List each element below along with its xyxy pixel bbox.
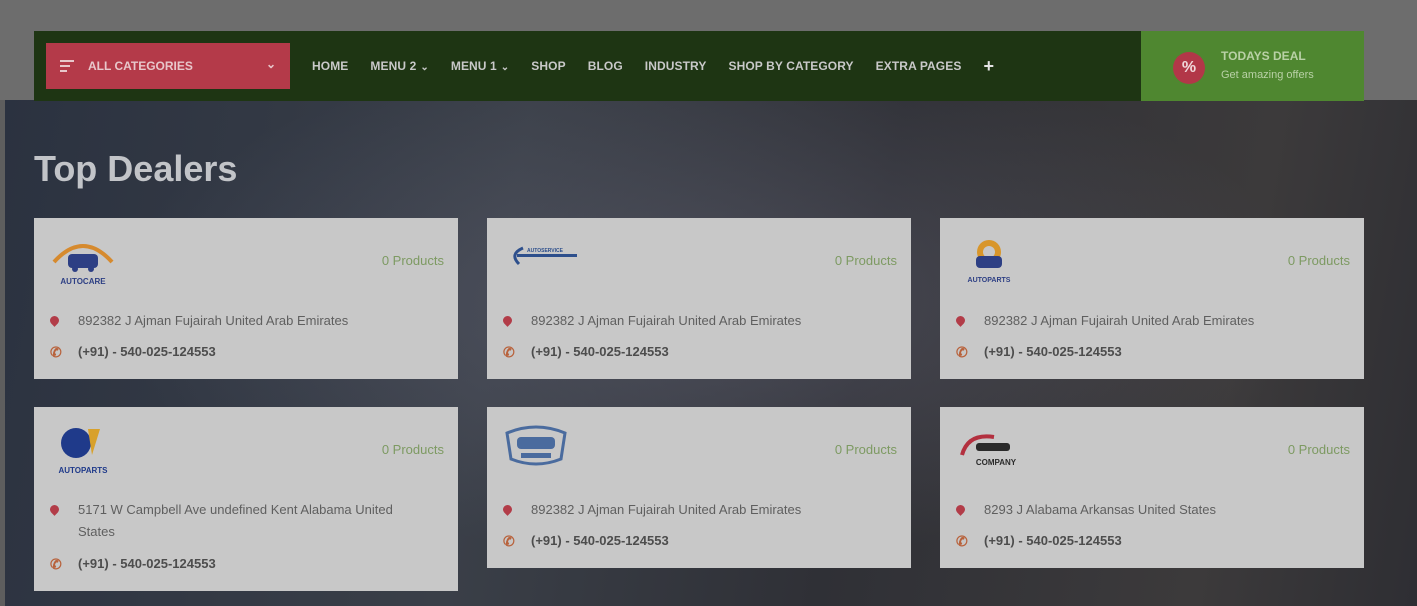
deal-subtitle: Get amazing offers xyxy=(1221,69,1314,81)
dealer-logo[interactable]: AUTOCARE xyxy=(48,232,118,288)
location-pin-icon xyxy=(48,503,61,516)
chevron-down-icon: ⌄ xyxy=(500,62,510,73)
svg-text:COMPANY: COMPANY xyxy=(976,458,1017,467)
phone-row: ✆ (+91) - 540-025-124553 xyxy=(956,341,1122,363)
menu-icon xyxy=(60,57,74,75)
nav-shop-by-category[interactable]: SHOP BY CATEGORY xyxy=(728,59,853,73)
nav-extra-pages[interactable]: EXTRA PAGES xyxy=(876,59,962,73)
plus-icon[interactable]: + xyxy=(983,56,994,77)
phone-row: ✆ (+91) - 540-025-124553 xyxy=(503,341,669,363)
dealer-logo[interactable]: AUTOPARTS xyxy=(48,421,118,477)
address-text: 892382 J Ajman Fujairah United Arab Emir… xyxy=(531,502,802,517)
dealer-card[interactable]: AUTOCARE 0 Products 892382 J Ajman Fujai… xyxy=(34,218,458,379)
phone-icon: ✆ xyxy=(503,344,515,360)
nav-menu-1[interactable]: MENU 1 ⌄ xyxy=(451,59,509,73)
dealer-logo[interactable] xyxy=(501,421,571,477)
phone-text: (+91) - 540-025-124553 xyxy=(78,556,216,571)
phone-icon: ✆ xyxy=(50,556,62,572)
dealer-card[interactable]: 0 Products 892382 J Ajman Fujairah Unite… xyxy=(487,407,911,568)
address-row: 892382 J Ajman Fujairah United Arab Emir… xyxy=(501,499,802,521)
phone-row: ✆ (+91) - 540-025-124553 xyxy=(50,341,216,363)
address-row: 892382 J Ajman Fujairah United Arab Emir… xyxy=(48,310,349,332)
phone-text: (+91) - 540-025-124553 xyxy=(531,344,669,359)
dealer-card[interactable]: AUTOPARTS 0 Products 5171 W Campbell Ave… xyxy=(34,407,458,591)
phone-row: ✆ (+91) - 540-025-124553 xyxy=(503,530,669,552)
dealer-card[interactable]: AUTOPARTS 0 Products 892382 J Ajman Fuja… xyxy=(940,218,1364,379)
phone-text: (+91) - 540-025-124553 xyxy=(984,344,1122,359)
dealer-logo[interactable]: COMPANY xyxy=(954,421,1034,477)
chevron-down-icon: ⌄ xyxy=(265,57,276,71)
phone-row: ✆ (+91) - 540-025-124553 xyxy=(956,530,1122,552)
location-pin-icon xyxy=(501,503,514,516)
chevron-down-icon: ⌄ xyxy=(420,62,429,73)
location-pin-icon xyxy=(954,314,967,327)
dealer-logo[interactable]: AUTOPARTS xyxy=(954,232,1024,288)
location-pin-icon xyxy=(954,503,967,516)
dealer-card[interactable]: COMPANY 0 Products 8293 J Alabama Arkans… xyxy=(940,407,1364,568)
phone-text: (+91) - 540-025-124553 xyxy=(531,533,669,548)
nav-blog[interactable]: BLOG xyxy=(588,59,623,73)
svg-text:AUTOSERVICE: AUTOSERVICE xyxy=(527,248,564,254)
nav-menu-1-label: MENU 1 xyxy=(450,59,497,73)
products-count-link[interactable]: 0 Products xyxy=(1288,442,1350,457)
nav-menu-2[interactable]: MENU 2 ⌄ xyxy=(370,59,428,73)
all-categories-button[interactable]: ALL CATEGORIES ⌄ xyxy=(46,43,290,89)
address-text: 892382 J Ajman Fujairah United Arab Emir… xyxy=(531,313,802,328)
nav-menu-2-label: MENU 2 xyxy=(370,59,417,73)
products-count-link[interactable]: 0 Products xyxy=(835,253,897,268)
address-text: 892382 J Ajman Fujairah United Arab Emir… xyxy=(78,313,349,328)
todays-deal-banner[interactable]: % TODAYS DEAL Get amazing offers xyxy=(1141,31,1364,101)
section-title: Top Dealers xyxy=(34,148,238,189)
location-pin-icon xyxy=(48,314,61,327)
dealer-logo[interactable]: AUTOSERVICE xyxy=(501,232,591,288)
all-categories-label: ALL CATEGORIES xyxy=(88,59,193,73)
products-count-link[interactable]: 0 Products xyxy=(382,253,444,268)
percent-icon: % xyxy=(1173,52,1205,84)
phone-row: ✆ (+91) - 540-025-124553 xyxy=(50,553,216,575)
svg-text:AUTOPARTS: AUTOPARTS xyxy=(58,466,108,475)
phone-icon: ✆ xyxy=(956,344,968,360)
products-count-link[interactable]: 0 Products xyxy=(382,442,444,457)
phone-icon: ✆ xyxy=(503,533,515,549)
nav-industry[interactable]: INDUSTRY xyxy=(645,59,707,73)
phone-text: (+91) - 540-025-124553 xyxy=(78,344,216,359)
products-count-link[interactable]: 0 Products xyxy=(1288,253,1350,268)
svg-text:AUTOPARTS: AUTOPARTS xyxy=(968,277,1011,284)
phone-icon: ✆ xyxy=(956,533,968,549)
main-menu: HOME MENU 2 ⌄ MENU 1 ⌄ SHOP BLOG INDUSTRY … xyxy=(312,31,994,101)
main-navbar: ALL CATEGORIES ⌄ HOME MENU 2 ⌄ MENU 1 ⌄ SH… xyxy=(34,31,1364,101)
nav-shop[interactable]: SHOP xyxy=(531,59,565,73)
address-row: 892382 J Ajman Fujairah United Arab Emir… xyxy=(954,310,1255,332)
deal-title: TODAYS DEAL xyxy=(1221,49,1306,63)
products-count-link[interactable]: 0 Products xyxy=(835,442,897,457)
location-pin-icon xyxy=(501,314,514,327)
svg-text:AUTOCARE: AUTOCARE xyxy=(60,277,106,286)
nav-home[interactable]: HOME xyxy=(312,59,348,73)
address-row: 8293 J Alabama Arkansas United States xyxy=(954,499,1216,521)
phone-icon: ✆ xyxy=(50,344,62,360)
address-row: 892382 J Ajman Fujairah United Arab Emir… xyxy=(501,310,802,332)
address-text: 892382 J Ajman Fujairah United Arab Emir… xyxy=(984,313,1255,328)
dealer-card[interactable]: AUTOSERVICE 0 Products 892382 J Ajman Fu… xyxy=(487,218,911,379)
address-text: 8293 J Alabama Arkansas United States xyxy=(984,502,1216,517)
address-text: 5171 W Campbell Ave undefined Kent Alaba… xyxy=(78,502,393,539)
address-row: 5171 W Campbell Ave undefined Kent Alaba… xyxy=(48,499,430,543)
phone-text: (+91) - 540-025-124553 xyxy=(984,533,1122,548)
